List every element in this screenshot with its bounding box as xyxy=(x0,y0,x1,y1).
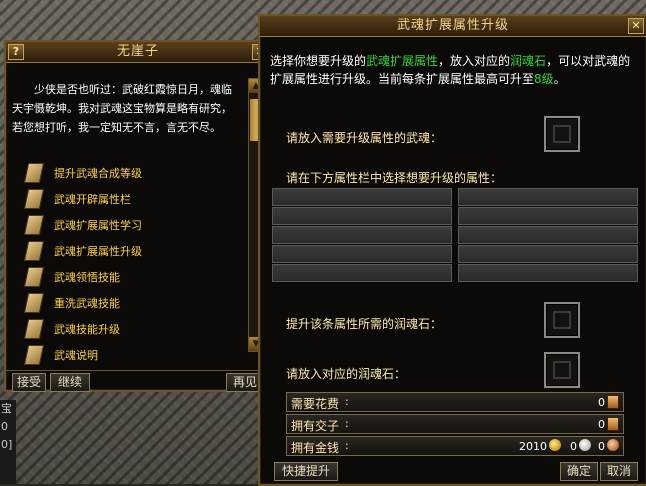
npc-option-label: 武魂开辟属性栏 xyxy=(54,193,131,206)
cost-value: 0 xyxy=(598,396,605,409)
needed-stone-label: 提升该条属性所需的润魂石： xyxy=(286,317,443,331)
jiaozi-label: 拥有交子 xyxy=(291,419,340,433)
hud-glyph: 0 xyxy=(1,420,8,433)
jiaozi-value: 0 xyxy=(598,418,605,431)
attribute-slot[interactable] xyxy=(458,245,638,263)
scroll-icon xyxy=(24,189,45,209)
npc-dialog-window: 无崖子 ? ✕ 少侠是否也听过：武破红霞惊日月，魂临天宇慑乾坤。我对武魂这宝物算… xyxy=(4,40,272,392)
highlight-soul-attribute: 武魂扩展属性 xyxy=(366,54,439,68)
npc-option[interactable]: 武魂扩展属性升级 xyxy=(24,240,244,262)
soul-attribute-upgrade-window: 武魂扩展属性升级 ✕ 选择你想要升级的武魂扩展属性，放入对应的润魂石，可以对武魂… xyxy=(258,14,646,486)
put-stone-label: 请放入对应的润魂石： xyxy=(286,367,407,381)
copper-value: 0 xyxy=(598,440,605,453)
highlight-max-level: 8级 xyxy=(534,72,554,86)
gold-coin-icon xyxy=(549,439,561,451)
jiaozi-icon xyxy=(607,417,619,431)
jiaozi-row: 拥有交子 : 0 xyxy=(286,414,624,434)
description-text: ，放入对应的 xyxy=(438,54,511,68)
upgrade-description: 选择你想要升级的武魂扩展属性，放入对应的润魂石，可以对武魂的扩展属性进行升级。当… xyxy=(270,52,638,88)
silver-value: 0 xyxy=(570,440,577,453)
separator-colon: : xyxy=(345,395,349,408)
put-soul-label: 请放入需要升级属性的武魂： xyxy=(286,131,443,145)
gold-value: 2010 xyxy=(519,440,547,453)
npc-option-list: 提升武魂合成等级 武魂开辟属性栏 武魂扩展属性学习 武魂扩展属性升级 武魂领悟技… xyxy=(24,162,244,392)
select-attribute-label: 请在下方属性栏中选择想要升级的属性： xyxy=(286,171,503,185)
attribute-slot[interactable] xyxy=(458,264,638,282)
npc-window-titlebar[interactable]: 无崖子 xyxy=(6,42,270,63)
npc-option[interactable]: 武魂技能升级 xyxy=(24,318,244,340)
npc-option[interactable]: 武魂领悟技能 xyxy=(24,266,244,288)
cost-row: 需要花费 : 0 xyxy=(286,392,624,412)
accept-button[interactable]: 接受 xyxy=(12,373,46,392)
attribute-slot[interactable] xyxy=(458,207,638,225)
scroll-icon xyxy=(24,241,45,261)
silver-coin-icon xyxy=(579,439,591,451)
confirm-button[interactable]: 确定 xyxy=(560,462,598,481)
description-text: 。 xyxy=(553,72,566,86)
scroll-icon xyxy=(24,293,45,313)
stone-item-slot[interactable] xyxy=(544,352,580,388)
scroll-icon xyxy=(24,319,45,339)
attribute-slot-grid xyxy=(272,188,638,288)
continue-button[interactable]: 继续 xyxy=(50,373,90,392)
scroll-icon xyxy=(24,267,45,287)
hud-glyph: 宝 xyxy=(1,402,12,415)
npc-option-label: 武魂领悟技能 xyxy=(54,271,120,284)
npc-option-label: 提升武魂合成等级 xyxy=(54,167,142,180)
highlight-stone: 润魂石 xyxy=(510,54,547,68)
upgrade-window-title: 武魂扩展属性升级 xyxy=(396,18,509,33)
attribute-slot[interactable] xyxy=(272,226,452,244)
separator-colon: : xyxy=(345,439,349,452)
soul-item-slot[interactable] xyxy=(544,116,580,152)
npc-dialog-text: 少侠是否也听过：武破红霞惊日月，魂临天宇慑乾坤。我对武魂这宝物算是略有研究，若您… xyxy=(12,83,232,134)
hud-glyph: 0] xyxy=(1,438,13,451)
npc-option-label: 重洗武魂技能 xyxy=(54,297,120,310)
left-edge-hud: 宝 0 0] xyxy=(0,400,16,484)
needed-stone-slot xyxy=(544,302,580,338)
attribute-slot[interactable] xyxy=(272,207,452,225)
npc-window-footer: 接受 继续 再见 xyxy=(6,370,270,392)
attribute-slot[interactable] xyxy=(458,226,638,244)
copper-coin-icon xyxy=(607,439,619,451)
quick-upgrade-button[interactable]: 快捷提升 xyxy=(274,462,338,481)
description-text: 选择你想要升级的 xyxy=(270,54,367,68)
upgrade-window-titlebar[interactable]: 武魂扩展属性升级 xyxy=(260,16,646,37)
money-label: 拥有金钱 xyxy=(291,441,340,455)
scroll-icon xyxy=(24,163,45,183)
money-row: 拥有金钱 : 2010 0 0 xyxy=(286,436,624,456)
info-icon xyxy=(24,345,45,365)
npc-option-label: 武魂扩展属性升级 xyxy=(54,245,142,258)
separator-colon: : xyxy=(345,417,349,430)
npc-option[interactable]: 提升武魂合成等级 xyxy=(24,162,244,184)
attribute-slot[interactable] xyxy=(272,264,452,282)
cost-label: 需要花费 xyxy=(291,397,340,411)
npc-option-label: 武魂扩展属性学习 xyxy=(54,219,142,232)
npc-option[interactable]: 武魂说明 xyxy=(24,344,244,366)
npc-option-label: 武魂说明 xyxy=(54,349,98,362)
npc-option[interactable]: 武魂开辟属性栏 xyxy=(24,188,244,210)
npc-option[interactable]: 武魂扩展属性学习 xyxy=(24,214,244,236)
close-icon[interactable]: ✕ xyxy=(628,18,644,34)
attribute-slot[interactable] xyxy=(458,188,638,206)
attribute-slot[interactable] xyxy=(272,188,452,206)
scroll-icon xyxy=(24,215,45,235)
cancel-button[interactable]: 取消 xyxy=(600,462,638,481)
npc-window-title: 无崖子 xyxy=(116,44,159,59)
npc-option-label: 武魂技能升级 xyxy=(54,323,120,336)
attribute-slot[interactable] xyxy=(272,245,452,263)
jiaozi-icon xyxy=(607,395,619,409)
help-icon[interactable]: ? xyxy=(8,44,24,60)
npc-option[interactable]: 重洗武魂技能 xyxy=(24,292,244,314)
